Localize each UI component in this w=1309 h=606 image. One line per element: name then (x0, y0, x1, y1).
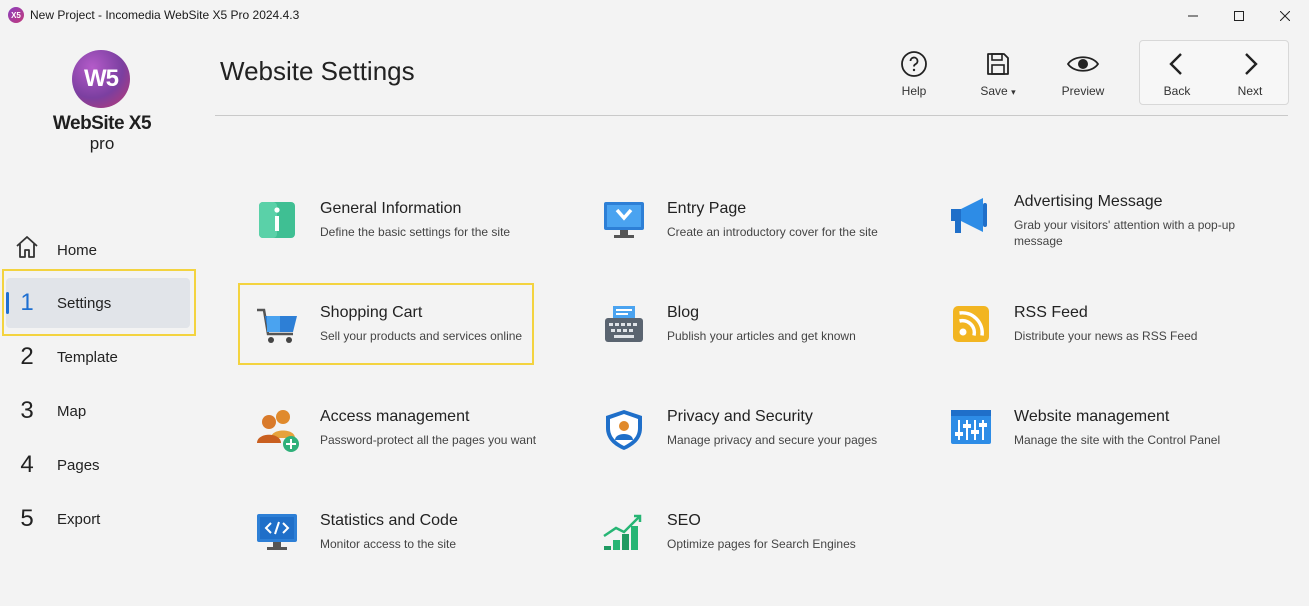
setting-advertising-message[interactable]: Advertising Message Grab your visitors' … (933, 193, 1235, 273)
header-divider (215, 115, 1288, 116)
setting-title: Privacy and Security (667, 408, 813, 425)
title-bar: X5 New Project - Incomedia WebSite X5 Pr… (0, 0, 1309, 32)
setting-blog[interactable]: Blog Publish your articles and get known (586, 304, 886, 384)
info-icon (259, 202, 295, 238)
step-number: 5 (20, 505, 34, 532)
seo-chart-icon (603, 514, 642, 550)
back-label: Back (1163, 84, 1191, 98)
sidebar-item-map[interactable]: 3 Map (6, 386, 190, 436)
minimize-button[interactable] (1170, 0, 1216, 32)
sidebar-item-template[interactable]: 2 Template (6, 332, 190, 382)
step-number: 2 (20, 343, 34, 370)
highlight-frame (238, 283, 534, 365)
shield-user-icon (606, 410, 642, 450)
control-panel-icon (951, 410, 991, 444)
save-label: Save ▾ (980, 84, 1016, 98)
close-icon (1280, 11, 1290, 21)
setting-description: Monitor access to the site (320, 537, 457, 551)
setting-description: Distribute your news as RSS Feed (1014, 329, 1198, 343)
users-add-icon (257, 410, 299, 452)
next-label: Next (1237, 84, 1263, 98)
sidebar-item-label: Home (57, 241, 98, 259)
preview-label: Preview (1061, 84, 1105, 98)
logo-name: WebSite X5 (52, 113, 152, 134)
chevron-right-icon (1245, 53, 1258, 75)
sidebar-item-home[interactable]: Home (6, 225, 190, 275)
setting-general-information[interactable]: General Information Define the basic set… (239, 200, 539, 280)
sidebar-item-export[interactable]: 5 Export (6, 494, 190, 544)
window-title: New Project - Incomedia WebSite X5 Pro 2… (30, 8, 300, 22)
close-button[interactable] (1262, 0, 1308, 32)
home-icon (6, 234, 48, 267)
setting-description: Define the basic settings for the site (320, 225, 511, 239)
setting-description: Create an introductory cover for the sit… (667, 225, 878, 239)
megaphone-icon (951, 198, 987, 233)
setting-privacy-security[interactable]: Privacy and Security Manage privacy and … (586, 408, 886, 488)
setting-title: Advertising Message (1014, 193, 1163, 210)
logo-edition: pro (89, 134, 115, 153)
maximize-icon (1234, 11, 1244, 21)
save-button[interactable]: Save ▾ (965, 46, 1031, 102)
chevron-left-icon (1169, 53, 1182, 75)
setting-seo[interactable]: SEO Optimize pages for Search Engines (586, 512, 886, 592)
minimize-icon (1188, 15, 1198, 17)
back-button[interactable]: Back (1144, 46, 1210, 102)
setting-description: Manage the site with the Control Panel (1014, 433, 1221, 447)
setting-title: Statistics and Code (320, 512, 458, 529)
setting-statistics-code[interactable]: Statistics and Code Monitor access to th… (239, 512, 539, 592)
sidebar-item-pages[interactable]: 4 Pages (6, 440, 190, 490)
setting-website-management[interactable]: Website management Manage the site with … (933, 408, 1233, 488)
help-button[interactable]: Help (881, 46, 947, 102)
setting-title: Entry Page (667, 200, 747, 217)
chevron-down-icon: ▾ (1011, 87, 1016, 97)
typewriter-icon (605, 306, 643, 342)
eye-icon (1066, 56, 1100, 72)
setting-description: Password-protect all the pages you want (320, 433, 537, 447)
logo-mark: W5 (72, 50, 130, 108)
setting-title: SEO (667, 512, 701, 529)
setting-title: General Information (320, 200, 462, 217)
step-number: 4 (20, 451, 34, 478)
setting-description: Grab your visitors' attention with a pop… (1014, 218, 1236, 248)
sidebar-item-label: Export (57, 510, 101, 528)
sidebar-item-label: Template (57, 348, 118, 366)
setting-description: Manage privacy and secure your pages (667, 433, 878, 447)
save-icon (987, 53, 1009, 75)
maximize-button[interactable] (1216, 0, 1262, 32)
setting-entry-page[interactable]: Entry Page Create an introductory cover … (586, 200, 886, 280)
setting-access-management[interactable]: Access management Password-protect all t… (239, 408, 539, 488)
code-monitor-icon (257, 514, 297, 550)
highlight-frame (2, 269, 196, 336)
sidebar-item-label: Map (57, 402, 87, 420)
setting-description: Optimize pages for Search Engines (667, 537, 856, 551)
preview-button[interactable]: Preview (1050, 46, 1116, 102)
setting-title: RSS Feed (1014, 304, 1088, 321)
logo: W5 WebSite X5 pro (52, 50, 152, 160)
rss-icon (953, 306, 989, 342)
sidebar-item-label: Pages (57, 456, 100, 474)
help-icon (901, 51, 927, 77)
setting-title: Access management (320, 408, 470, 425)
setting-title: Website management (1014, 408, 1170, 425)
page-title: Website Settings (220, 56, 415, 86)
setting-title: Blog (667, 304, 700, 321)
help-label: Help (901, 84, 927, 98)
step-number: 3 (20, 397, 34, 424)
monitor-download-icon (604, 202, 644, 238)
setting-rss-feed[interactable]: RSS Feed Distribute your news as RSS Fee… (933, 304, 1233, 384)
setting-description: Publish your articles and get known (667, 329, 856, 343)
next-button[interactable]: Next (1217, 46, 1283, 102)
app-icon: X5 (8, 7, 24, 23)
